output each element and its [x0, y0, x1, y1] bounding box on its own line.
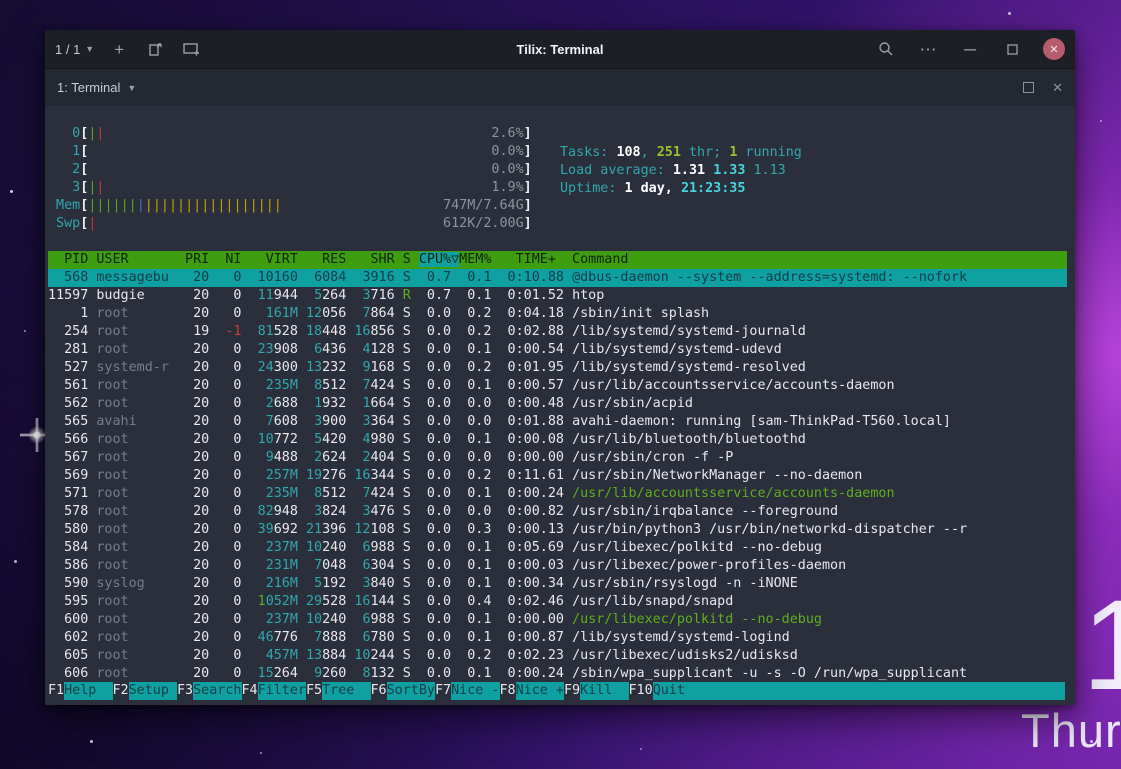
fkey-f8[interactable]: F8: [500, 682, 516, 700]
htop-function-key-bar[interactable]: F1Help F2Setup F3SearchF4FilterF5Tree F6…: [48, 682, 1065, 700]
process-row[interactable]: 567 root 20 0 9488 2624 2404 S 0.0 0.0 0…: [48, 449, 1067, 467]
terminal-screen[interactable]: 0[|| 2.6%] 1[ 0.0%] 2[ 0.0%] 3[||: [45, 106, 1075, 705]
new-window-icon[interactable]: [144, 38, 166, 60]
process-row[interactable]: 571 root 20 0 235M 8512 7424 S 0.0 0.1 0…: [48, 485, 1067, 503]
desktop-day-text: Thursday: [1021, 703, 1121, 758]
menu-ellipsis-button[interactable]: ⋯: [917, 38, 939, 60]
sparkle: [260, 752, 262, 754]
process-row[interactable]: 605 root 20 0 457M 13884 10244 S 0.0 0.2…: [48, 647, 1067, 665]
process-row[interactable]: 590 syslog 20 0 216M 5192 3840 S 0.0 0.1…: [48, 575, 1067, 593]
sparkle: [640, 748, 642, 750]
fkey-f5[interactable]: F5: [306, 682, 322, 700]
sparkle: [14, 560, 17, 563]
htop-meter-1: 1[ 0.0%]: [48, 143, 1067, 161]
desktop-clock-digit: 1: [1082, 582, 1121, 710]
fkey-bar-filler: [701, 682, 1065, 700]
htop-summary-line: Tasks: 108, 251 thr; 1 running: [560, 144, 802, 162]
fkey-label-nice-+[interactable]: Nice +: [516, 682, 564, 700]
new-session-icon[interactable]: [180, 38, 202, 60]
htop-meter-2: 2[ 0.0%]: [48, 161, 1067, 179]
process-row[interactable]: 11597 budgie 20 0 11944 5264 3716 R 0.7 …: [48, 287, 1067, 305]
htop-summary: Tasks: 108, 251 thr; 1 runningLoad avera…: [560, 144, 802, 198]
fkey-label-help[interactable]: Help: [64, 682, 112, 700]
sparkle: [1100, 120, 1102, 122]
tilix-window: 1 / 1 ▼ + Tilix: Terminal ⋯ ─ ✕ 1: Term: [45, 30, 1075, 705]
search-icon[interactable]: [875, 38, 897, 60]
fkey-f9[interactable]: F9: [564, 682, 580, 700]
minimize-button[interactable]: ─: [959, 38, 981, 60]
process-row-selected[interactable]: 568 messagebu 20 0 10160 6084 3916 S 0.7…: [48, 269, 1067, 287]
fkey-label-tree[interactable]: Tree: [322, 682, 370, 700]
fkey-label-search[interactable]: Search: [193, 682, 241, 700]
add-terminal-right-button[interactable]: +: [108, 38, 130, 60]
sparkle: [1008, 12, 1011, 15]
fkey-f4[interactable]: F4: [242, 682, 258, 700]
process-row[interactable]: 584 root 20 0 237M 10240 6988 S 0.0 0.1 …: [48, 539, 1067, 557]
sparkle: [90, 740, 93, 743]
maximize-button[interactable]: [1001, 38, 1023, 60]
process-row[interactable]: 602 root 20 0 46776 7888 6780 S 0.0 0.1 …: [48, 629, 1067, 647]
fkey-f10[interactable]: F10: [629, 682, 653, 700]
close-button[interactable]: ✕: [1043, 38, 1065, 60]
process-row[interactable]: 1 root 20 0 161M 12056 7864 S 0.0 0.2 0:…: [48, 305, 1067, 323]
htop-meters: 0[|| 2.6%] 1[ 0.0%] 2[ 0.0%] 3[||: [48, 125, 1067, 233]
htop-meter-0: 0[|| 2.6%]: [48, 125, 1067, 143]
process-row[interactable]: 595 root 20 0 1052M 29528 16144 S 0.0 0.…: [48, 593, 1067, 611]
process-row[interactable]: 578 root 20 0 82948 3824 3476 S 0.0 0.0 …: [48, 503, 1067, 521]
process-row[interactable]: 569 root 20 0 257M 19276 16344 S 0.0 0.2…: [48, 467, 1067, 485]
fkey-f3[interactable]: F3: [177, 682, 193, 700]
fkey-label-nice--[interactable]: Nice -: [451, 682, 499, 700]
process-row[interactable]: 580 root 20 0 39692 21396 12108 S 0.0 0.…: [48, 521, 1067, 539]
tab-maximize-icon[interactable]: [1023, 82, 1034, 93]
process-row[interactable]: 254 root 19 -1 81528 18448 16856 S 0.0 0…: [48, 323, 1067, 341]
htop-meter-mem: Mem[|||||||||||||||||||||||| 747M/7.64G]: [48, 197, 1067, 215]
process-row[interactable]: 600 root 20 0 237M 10240 6988 S 0.0 0.1 …: [48, 611, 1067, 629]
process-row[interactable]: 562 root 20 0 2688 1932 1664 S 0.0 0.0 0…: [48, 395, 1067, 413]
session-indicator-dropdown[interactable]: 1 / 1 ▼: [55, 42, 94, 57]
blank-line: [48, 233, 1067, 251]
fkey-f2[interactable]: F2: [113, 682, 129, 700]
htop-process-list[interactable]: 568 messagebu 20 0 10160 6084 3916 S 0.7…: [48, 269, 1067, 683]
fkey-label-setup[interactable]: Setup: [129, 682, 177, 700]
process-row[interactable]: 527 systemd-r 20 0 24300 13232 9168 S 0.…: [48, 359, 1067, 377]
session-indicator-label: 1 / 1: [55, 42, 80, 57]
process-row[interactable]: 586 root 20 0 231M 7048 6304 S 0.0 0.1 0…: [48, 557, 1067, 575]
fkey-label-quit[interactable]: Quit: [653, 682, 701, 700]
process-row[interactable]: 606 root 20 0 15264 9260 8132 S 0.0 0.1 …: [48, 665, 1067, 683]
htop-summary-line: Load average: 1.31 1.33 1.13: [560, 162, 802, 180]
htop-summary-line: Uptime: 1 day, 21:23:35: [560, 180, 802, 198]
fkey-f6[interactable]: F6: [371, 682, 387, 700]
tab-close-icon[interactable]: ✕: [1052, 80, 1063, 96]
window-titlebar: 1 / 1 ▼ + Tilix: Terminal ⋯ ─ ✕: [45, 30, 1075, 68]
terminal-tabbar: 1: Terminal ▼ ✕: [45, 68, 1075, 106]
htop-table-header[interactable]: PID USER PRI NI VIRT RES SHR S CPU%▽MEM%…: [48, 251, 1067, 269]
process-row[interactable]: 281 root 20 0 23908 6436 4128 S 0.0 0.1 …: [48, 341, 1067, 359]
tab-terminal-label[interactable]: 1: Terminal: [57, 80, 120, 95]
tab-chevron-down-icon[interactable]: ▼: [127, 83, 136, 93]
sparkle: [24, 330, 26, 332]
htop-meters-block: 0[|| 2.6%] 1[ 0.0%] 2[ 0.0%] 3[||: [48, 125, 1067, 251]
fkey-label-filter[interactable]: Filter: [258, 682, 306, 700]
process-row[interactable]: 565 avahi 20 0 7608 3900 3364 S 0.0 0.0 …: [48, 413, 1067, 431]
fkey-f7[interactable]: F7: [435, 682, 451, 700]
process-row[interactable]: 566 root 20 0 10772 5420 4980 S 0.0 0.1 …: [48, 431, 1067, 449]
fkey-label-sortby[interactable]: SortBy: [387, 682, 435, 700]
fkey-f1[interactable]: F1: [48, 682, 64, 700]
fkey-label-kill[interactable]: Kill: [580, 682, 628, 700]
sparkle: [10, 190, 13, 193]
htop-meter-swp: Swp[| 612K/2.00G]: [48, 215, 1067, 233]
chevron-down-icon: ▼: [85, 44, 94, 54]
process-row[interactable]: 561 root 20 0 235M 8512 7424 S 0.0 0.1 0…: [48, 377, 1067, 395]
htop-meter-3: 3[|| 1.9%]: [48, 179, 1067, 197]
